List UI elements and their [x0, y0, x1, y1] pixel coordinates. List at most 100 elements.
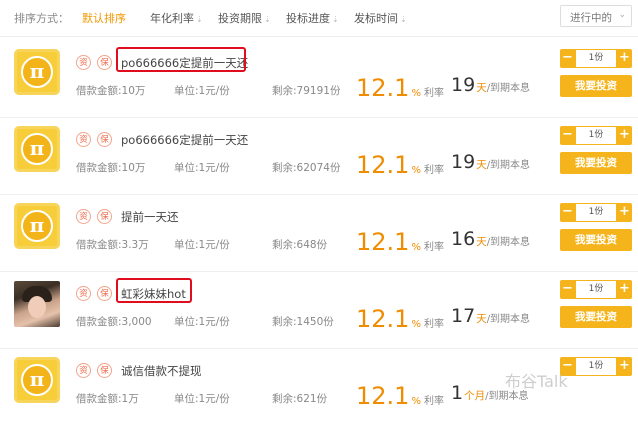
increment-button[interactable]: +: [617, 280, 632, 299]
invest-button[interactable]: 我要投资: [560, 229, 632, 251]
pi-logo-icon: π: [14, 126, 60, 172]
pi-logo-icon: π: [14, 203, 60, 249]
term-value: 17: [451, 305, 476, 327]
term-label: /到期本息: [486, 237, 531, 248]
sort-arrow-icon: ⇣: [400, 15, 407, 24]
term-value: 19: [451, 74, 476, 96]
loan-unit: 单位:1元/份: [174, 162, 230, 174]
loan-term: 19天/到期本息: [451, 74, 530, 96]
sort-bid-progress[interactable]: 投标进度 ⇣: [286, 10, 339, 26]
loan-unit: 单位:1元/份: [174, 85, 230, 97]
decrement-button[interactable]: −: [560, 126, 575, 145]
decrement-button[interactable]: −: [560, 49, 575, 68]
quantity-stepper: − 1份 +: [560, 203, 632, 222]
rate-label: 利率: [423, 242, 444, 253]
quantity-input[interactable]: 1份: [575, 49, 617, 68]
term-label: /到期本息: [486, 83, 531, 94]
interest-rate: 12.1% 利率: [356, 228, 444, 256]
guarantee-zi-badge: 资: [76, 286, 91, 301]
loan-row: 资 保 虹彩妹妹hot 借款金额:3,000 单位:1元/份 剩余:1450份 …: [0, 271, 638, 349]
rate-symbol: %: [411, 319, 421, 330]
quantity-stepper: − 1份 +: [560, 280, 632, 299]
term-unit: 天: [476, 313, 487, 325]
loan-term: 17天/到期本息: [451, 305, 530, 327]
interest-rate: 12.1% 利率: [356, 305, 444, 333]
quantity-stepper: − 1份 +: [560, 357, 632, 376]
loan-row: π 资 保 提前一天还 借款金额:3.3万 单位:1元/份 剩余:648份 12…: [0, 194, 638, 272]
loan-unit: 单位:1元/份: [174, 393, 230, 405]
loan-term: 16天/到期本息: [451, 228, 530, 250]
quantity-input[interactable]: 1份: [575, 203, 617, 222]
quantity-stepper: − 1份 +: [560, 126, 632, 145]
loan-unit: 单位:1元/份: [174, 239, 230, 251]
increment-button[interactable]: +: [617, 49, 632, 68]
term-value: 1: [451, 382, 464, 404]
sort-default[interactable]: 默认排序: [82, 10, 126, 26]
loan-amount: 借款金额:10万: [76, 162, 146, 174]
chevron-down-icon: ⌄: [618, 10, 626, 20]
loan-amount: 借款金额:1万: [76, 393, 139, 405]
sort-default-label: 默认排序: [82, 12, 126, 25]
status-filter-select[interactable]: 进行中的 ⌄: [560, 5, 632, 27]
rate-value: 12.1: [356, 74, 410, 102]
sort-arrow-icon: ⇣: [196, 15, 203, 24]
loan-title[interactable]: po666666定提前一天还: [121, 132, 248, 148]
rate-label: 利率: [423, 396, 444, 407]
term-label: /到期本息: [486, 314, 531, 325]
rate-label: 利率: [423, 319, 444, 330]
guarantee-zi-badge: 资: [76, 55, 91, 70]
term-unit: 天: [476, 236, 487, 248]
loan-title[interactable]: 诚信借款不提现: [121, 363, 202, 379]
guarantee-zi-badge: 资: [76, 209, 91, 224]
invest-button[interactable]: 我要投资: [560, 152, 632, 174]
increment-button[interactable]: +: [617, 126, 632, 145]
loan-unit: 单位:1元/份: [174, 316, 230, 328]
loan-row: π 资 保 po666666定提前一天还 借款金额:10万 单位:1元/份 剩余…: [0, 117, 638, 195]
quantity-input[interactable]: 1份: [575, 357, 617, 376]
guarantee-zi-badge: 资: [76, 132, 91, 147]
increment-button[interactable]: +: [617, 203, 632, 222]
rate-label: 利率: [423, 88, 444, 99]
rate-value: 12.1: [356, 151, 410, 179]
highlight-box: [116, 47, 246, 72]
loan-amount: 借款金额:3.3万: [76, 239, 149, 251]
loan-remaining: 剩余:79191份: [272, 85, 341, 97]
sort-annual-rate[interactable]: 年化利率 ⇣: [150, 10, 203, 26]
interest-rate: 12.1% 利率: [356, 74, 444, 102]
increment-button[interactable]: +: [617, 357, 632, 376]
loan-row: π 资 保 po666666定提前一天还 借款金额:10万 单位:1元/份 剩余…: [0, 40, 638, 118]
guarantee-bao-badge: 保: [97, 363, 112, 378]
term-value: 19: [451, 151, 476, 173]
rate-value: 12.1: [356, 228, 410, 256]
sort-arrow-icon: ⇣: [264, 15, 271, 24]
term-unit: 天: [476, 159, 487, 171]
sort-bid-progress-label: 投标进度: [286, 12, 330, 25]
quantity-input[interactable]: 1份: [575, 280, 617, 299]
guarantee-bao-badge: 保: [97, 55, 112, 70]
loan-term: 19天/到期本息: [451, 151, 530, 173]
pi-logo-icon: π: [14, 49, 60, 95]
loan-title[interactable]: 提前一天还: [121, 209, 179, 225]
sort-publish-time[interactable]: 发标时间 ⇣: [354, 10, 407, 26]
watermark-text: 布谷Talk: [505, 372, 568, 391]
status-filter-value: 进行中的: [570, 12, 612, 24]
user-avatar: [14, 281, 60, 327]
loan-remaining: 剩余:648份: [272, 239, 328, 251]
guarantee-bao-badge: 保: [97, 209, 112, 224]
quantity-input[interactable]: 1份: [575, 126, 617, 145]
rate-symbol: %: [411, 88, 421, 99]
loan-amount: 借款金额:10万: [76, 85, 146, 97]
term-unit: 个月: [464, 390, 486, 402]
sort-investment-term-label: 投资期限: [218, 12, 262, 25]
sort-annual-rate-label: 年化利率: [150, 12, 194, 25]
decrement-button[interactable]: −: [560, 280, 575, 299]
invest-button[interactable]: 我要投资: [560, 75, 632, 97]
decrement-button[interactable]: −: [560, 203, 575, 222]
loan-remaining: 剩余:621份: [272, 393, 328, 405]
guarantee-bao-badge: 保: [97, 132, 112, 147]
guarantee-zi-badge: 资: [76, 363, 91, 378]
rate-value: 12.1: [356, 305, 410, 333]
rate-symbol: %: [411, 242, 421, 253]
invest-button[interactable]: 我要投资: [560, 306, 632, 328]
sort-investment-term[interactable]: 投资期限 ⇣: [218, 10, 271, 26]
